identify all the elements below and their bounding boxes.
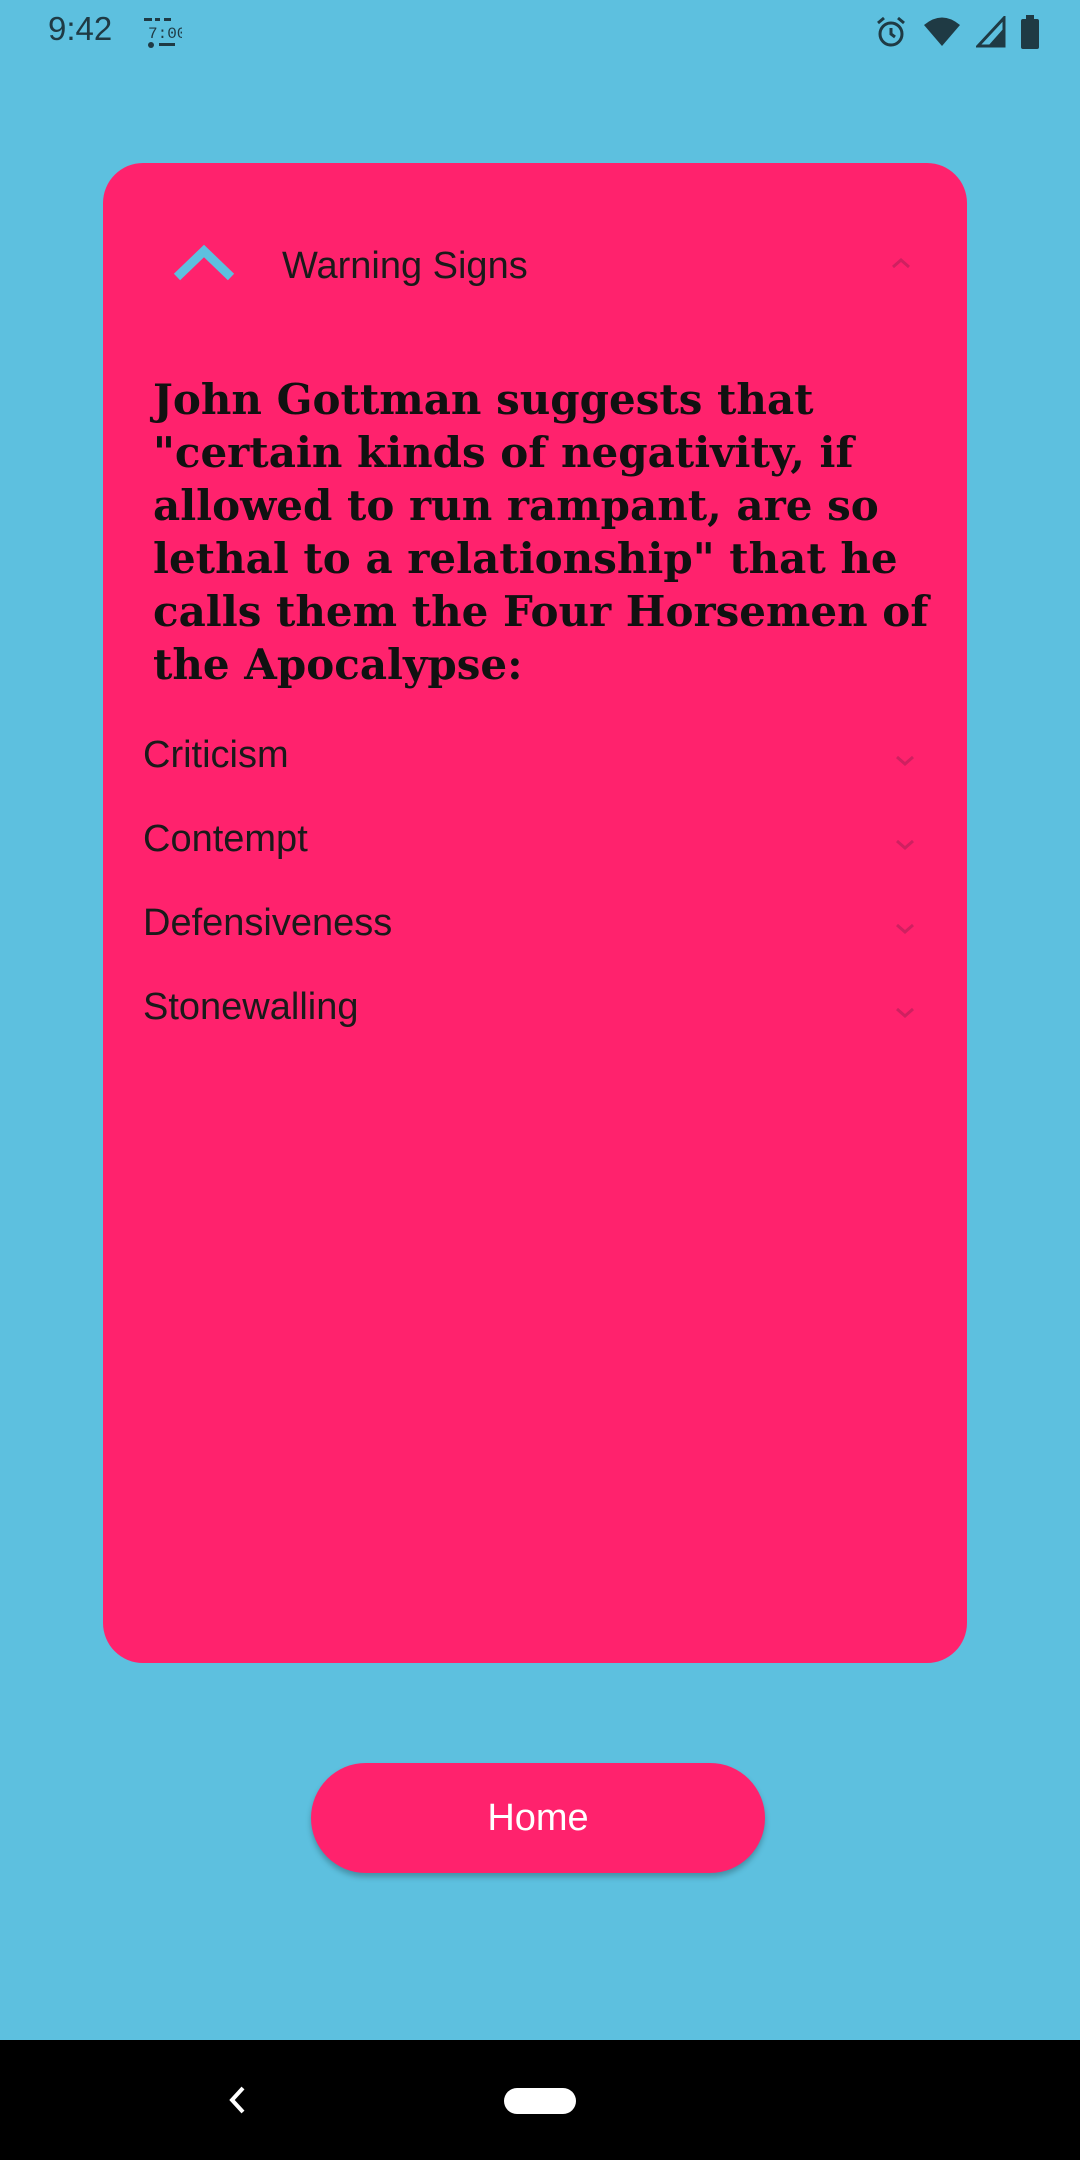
- signal-icon: [976, 16, 1006, 48]
- warning-signs-card: Warning Signs John Gottman suggests that…: [103, 163, 967, 1663]
- status-icons: [874, 10, 1040, 54]
- chevron-down-icon: [896, 839, 914, 850]
- collapse-chevron-icon[interactable]: [889, 255, 913, 271]
- item-label: Defensiveness: [143, 902, 393, 944]
- item-label: Stonewalling: [143, 986, 359, 1028]
- accordion-item-criticism[interactable]: Criticism: [143, 726, 933, 796]
- card-title: Warning Signs: [282, 245, 528, 287]
- back-icon[interactable]: [226, 2084, 248, 2116]
- alarm-icon: [877, 16, 905, 47]
- accordion-item-defensiveness[interactable]: Defensiveness: [143, 894, 933, 964]
- chevron-down-icon: [896, 1007, 914, 1018]
- status-bar: 9:42 7:00: [0, 0, 1080, 66]
- card-header[interactable]: Warning Signs: [103, 163, 967, 373]
- item-label: Contempt: [143, 818, 308, 860]
- chevron-down-icon: [896, 923, 914, 934]
- home-pill-icon[interactable]: [504, 2088, 576, 2114]
- clock-app-icon: 7:00: [144, 18, 182, 48]
- navigation-bar: [0, 2040, 1080, 2160]
- chevron-up-icon: [173, 244, 235, 281]
- accordion-item-stonewalling[interactable]: Stonewalling: [143, 978, 933, 1048]
- chevron-down-icon: [896, 755, 914, 766]
- intro-text: John Gottman suggests that "certain kind…: [153, 375, 929, 689]
- item-label: Criticism: [143, 734, 289, 776]
- wifi-icon: [924, 17, 960, 46]
- battery-icon: [1021, 15, 1039, 49]
- accordion-item-contempt[interactable]: Contempt: [143, 810, 933, 880]
- home-button[interactable]: Home: [311, 1763, 765, 1873]
- svg-text:7:00: 7:00: [148, 25, 182, 43]
- status-time: 9:42: [48, 10, 113, 47]
